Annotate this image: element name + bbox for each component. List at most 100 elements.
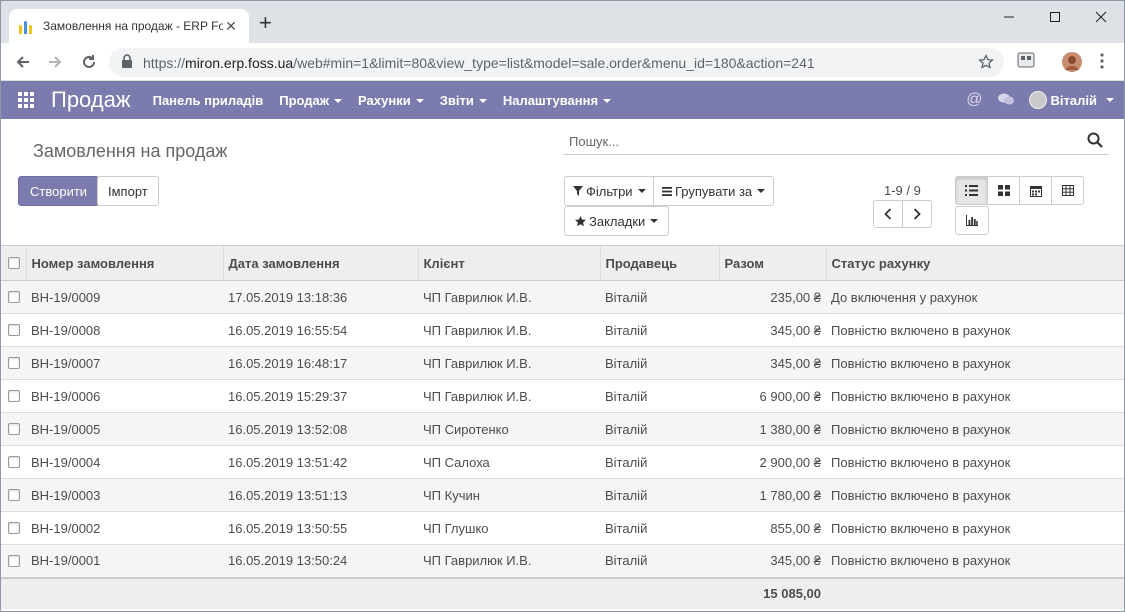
table-row[interactable]: ВН-19/0002 16.05.2019 13:50:55 ЧП Глушко Ві… <box>1 511 1124 545</box>
invoice-status: Повністю включено в рахунок <box>826 544 1124 578</box>
row-checkbox[interactable] <box>8 324 20 336</box>
column-header[interactable]: Клієнт <box>417 245 600 281</box>
minimize-icon[interactable] <box>986 1 1032 33</box>
row-checkbox[interactable] <box>8 291 20 303</box>
invoice-status: Повністю включено в рахунок <box>826 313 1124 347</box>
table-row[interactable]: ВН-19/0005 16.05.2019 13:52:08 ЧП Сиротенк… <box>1 412 1124 446</box>
bookmark-star-icon[interactable] <box>978 53 994 73</box>
row-checkbox[interactable] <box>8 489 20 501</box>
table-header-row: Номер замовлення Дата замовлення Клієнт … <box>1 245 1124 281</box>
forward-arrow-icon[interactable] <box>43 50 67 74</box>
invoice-status: Повністю включено в рахунок <box>826 412 1124 446</box>
pager-next-button[interactable] <box>902 200 932 228</box>
table-row[interactable]: ВН-19/0003 16.05.2019 13:51:13 ЧП Кучин Віт… <box>1 478 1124 512</box>
amount-total: 235,00 ₴ <box>719 280 826 314</box>
customer: ЧП Глушко <box>418 511 600 545</box>
column-header[interactable]: Статус рахунку <box>825 245 1124 281</box>
column-header[interactable]: Номер замовлення <box>25 245 223 281</box>
extension-icon[interactable] <box>1017 52 1035 71</box>
profile-avatar[interactable] <box>1061 51 1083 76</box>
new-tab-icon[interactable]: + <box>259 12 272 34</box>
select-all-checkbox[interactable] <box>8 257 20 269</box>
order-number: ВН-19/0001 <box>26 544 223 578</box>
menu-reports[interactable]: Звіти <box>440 93 487 108</box>
customer: ЧП Гаврилюк И.В. <box>418 313 600 347</box>
footer-cell <box>26 576 223 609</box>
app-brand[interactable]: Продаж <box>51 87 131 113</box>
table-row[interactable]: ВН-19/0006 16.05.2019 15:29:37 ЧП Гаврилюк… <box>1 379 1124 413</box>
filters-button[interactable]: Фільтри <box>564 176 655 206</box>
customer: ЧП Кучин <box>418 478 600 512</box>
menu-sales[interactable]: Продаж <box>279 93 343 108</box>
row-select-cell <box>1 478 26 512</box>
row-checkbox[interactable] <box>8 357 20 369</box>
apps-grid-icon[interactable] <box>1 81 51 119</box>
column-header[interactable]: Разом <box>718 245 826 281</box>
row-checkbox[interactable] <box>8 456 20 468</box>
table-row[interactable]: ВН-19/0001 16.05.2019 13:50:24 ЧП Гаврилюк… <box>1 544 1124 578</box>
close-tab-icon[interactable]: ✕ <box>223 18 239 35</box>
table-row[interactable]: ВН-19/0009 17.05.2019 13:18:36 ЧП Гаврилюк… <box>1 280 1124 314</box>
menu-dashboard[interactable]: Панель приладів <box>153 93 264 108</box>
order-date: 16.05.2019 15:29:37 <box>223 379 418 413</box>
url-field[interactable]: https://miron.erp.foss.ua/web#min=1&limi… <box>109 48 1004 77</box>
row-select-cell <box>1 280 26 314</box>
import-button[interactable]: Імпорт <box>97 176 159 206</box>
group-by-button[interactable]: Групувати за <box>653 176 775 206</box>
row-select-cell <box>1 544 26 578</box>
calendar-view-button[interactable] <box>1019 176 1052 205</box>
pivot-view-button[interactable] <box>1051 176 1084 205</box>
order-date: 16.05.2019 13:50:24 <box>223 544 418 578</box>
salesperson: Віталій <box>600 478 719 512</box>
create-button[interactable]: Створити <box>18 176 100 206</box>
close-window-icon[interactable] <box>1078 1 1124 33</box>
chat-bubbles-icon[interactable] <box>997 92 1015 109</box>
table-row[interactable]: ВН-19/0004 16.05.2019 13:51:42 ЧП Салоха Ві… <box>1 445 1124 479</box>
table-row[interactable]: ВН-19/0007 16.05.2019 16:48:17 ЧП Гаврилюк… <box>1 346 1124 380</box>
column-header[interactable]: Продавець <box>599 245 719 281</box>
row-select-cell <box>1 511 26 545</box>
maximize-icon[interactable] <box>1032 1 1078 33</box>
customer: ЧП Салоха <box>418 445 600 479</box>
amount-total: 345,00 ₴ <box>719 544 826 578</box>
row-checkbox[interactable] <box>8 522 20 534</box>
pager-value[interactable]: 1-9 / 9 <box>884 183 921 198</box>
invoice-status: Повністю включено в рахунок <box>826 478 1124 512</box>
table-grid-icon <box>1061 185 1074 196</box>
browser-menu-icon[interactable] <box>1099 53 1105 72</box>
order-date: 16.05.2019 13:52:08 <box>223 412 418 446</box>
salesperson: Віталій <box>600 511 719 545</box>
graph-view-button[interactable] <box>955 206 989 235</box>
order-date: 16.05.2019 16:48:17 <box>223 346 418 380</box>
search-input[interactable]: Пошук... <box>563 129 1109 155</box>
invoice-status: Повністю включено в рахунок <box>826 346 1124 380</box>
favorites-button[interactable]: Закладки <box>564 206 670 236</box>
odoo-favicon-icon <box>19 18 35 34</box>
kanban-view-button[interactable] <box>987 176 1020 205</box>
column-header[interactable]: Дата замовлення <box>222 245 418 281</box>
list-view-button[interactable] <box>955 176 988 205</box>
search-icon[interactable] <box>1087 132 1103 151</box>
star-icon <box>575 215 586 226</box>
reload-icon[interactable] <box>77 50 101 74</box>
user-menu[interactable]: Віталій <box>1028 91 1114 109</box>
total-amount: 15 085,00 <box>719 576 826 609</box>
back-arrow-icon[interactable] <box>11 50 35 74</box>
main-navbar: Продаж Панель приладів Продаж Рахунки Зв… <box>1 81 1124 119</box>
menu-settings[interactable]: Налаштування <box>503 93 612 108</box>
row-checkbox[interactable] <box>8 423 20 435</box>
pager-previous-button[interactable] <box>873 200 903 228</box>
salesperson: Віталій <box>600 280 719 314</box>
browser-window: Замовлення на продаж - ERP Fo ✕ + https:… <box>0 0 1125 612</box>
at-mention-icon[interactable]: @ <box>966 91 982 109</box>
user-avatar <box>1028 91 1047 109</box>
menu-invoices[interactable]: Рахунки <box>358 93 424 108</box>
table-row[interactable]: ВН-19/0008 16.05.2019 16:55:54 ЧП Гаврилюк… <box>1 313 1124 347</box>
row-checkbox[interactable] <box>8 554 20 567</box>
order-date: 16.05.2019 13:51:13 <box>223 478 418 512</box>
row-checkbox[interactable] <box>8 390 20 402</box>
customer: ЧП Гаврилюк И.В. <box>418 544 600 578</box>
browser-tab[interactable]: Замовлення на продаж - ERP Fo ✕ <box>9 9 249 43</box>
tab-bar: Замовлення на продаж - ERP Fo ✕ + <box>1 1 1124 43</box>
control-panel: Замовлення на продаж Пошук... Створити І… <box>1 119 1124 245</box>
